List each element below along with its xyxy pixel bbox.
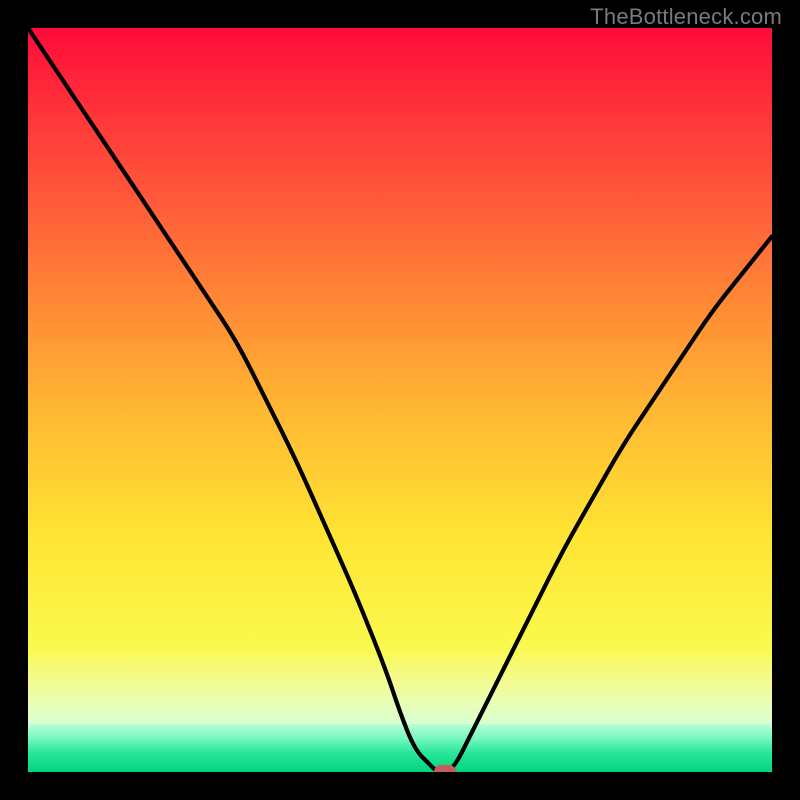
bottleneck-curve (28, 28, 772, 772)
plot-area (28, 28, 772, 772)
chart-frame: TheBottleneck.com (0, 0, 800, 800)
watermark-text: TheBottleneck.com (590, 4, 782, 30)
optimum-marker (434, 765, 456, 772)
